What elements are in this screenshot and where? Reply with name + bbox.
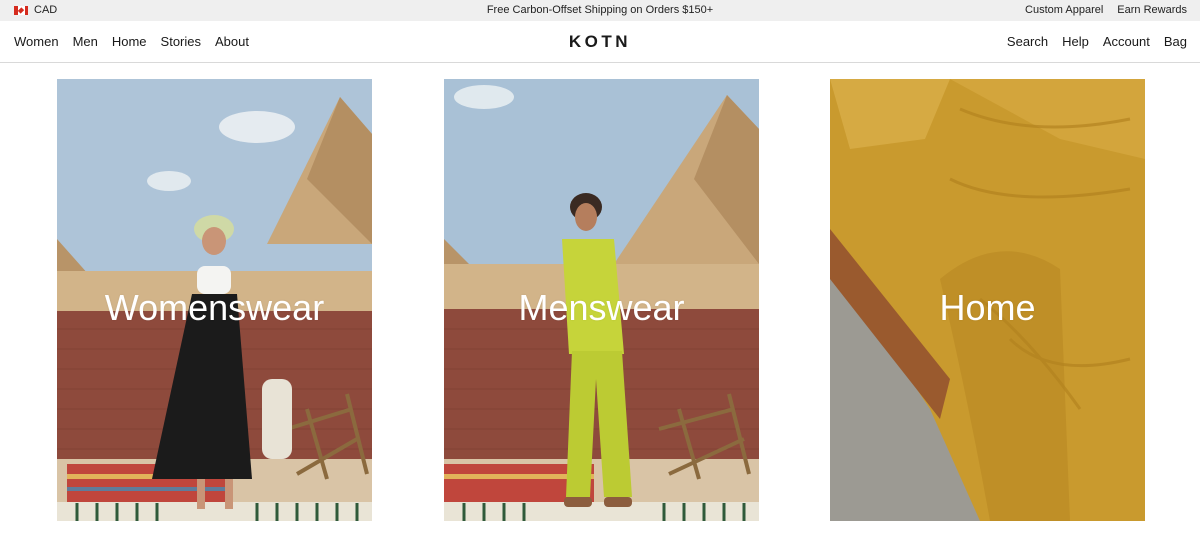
category-label-menswear: Menswear — [518, 287, 685, 328]
announcement-bar: CAD Free Carbon-Offset Shipping on Order… — [0, 0, 1200, 21]
category-card-home[interactable]: Home — [830, 79, 1145, 521]
category-card-menswear[interactable]: Menswear — [444, 79, 759, 521]
utility-nav: Search Help Account Bag — [1007, 34, 1187, 49]
shipping-promo: Free Carbon-Offset Shipping on Orders $1… — [486, 4, 714, 16]
bag-link[interactable]: Bag — [1164, 34, 1187, 49]
site-header: Women Men Home Stories About KOTN Search… — [0, 21, 1200, 63]
category-card-womenswear[interactable]: Womenswear — [57, 79, 372, 521]
custom-apparel-link[interactable]: Custom Apparel — [1025, 4, 1103, 16]
category-label-womenswear: Womenswear — [104, 287, 325, 328]
search-link[interactable]: Search — [1007, 34, 1048, 49]
account-link[interactable]: Account — [1103, 34, 1150, 49]
earn-rewards-link[interactable]: Earn Rewards — [1117, 4, 1187, 16]
category-label-home: Home — [939, 287, 1036, 328]
help-link[interactable]: Help — [1062, 34, 1089, 49]
